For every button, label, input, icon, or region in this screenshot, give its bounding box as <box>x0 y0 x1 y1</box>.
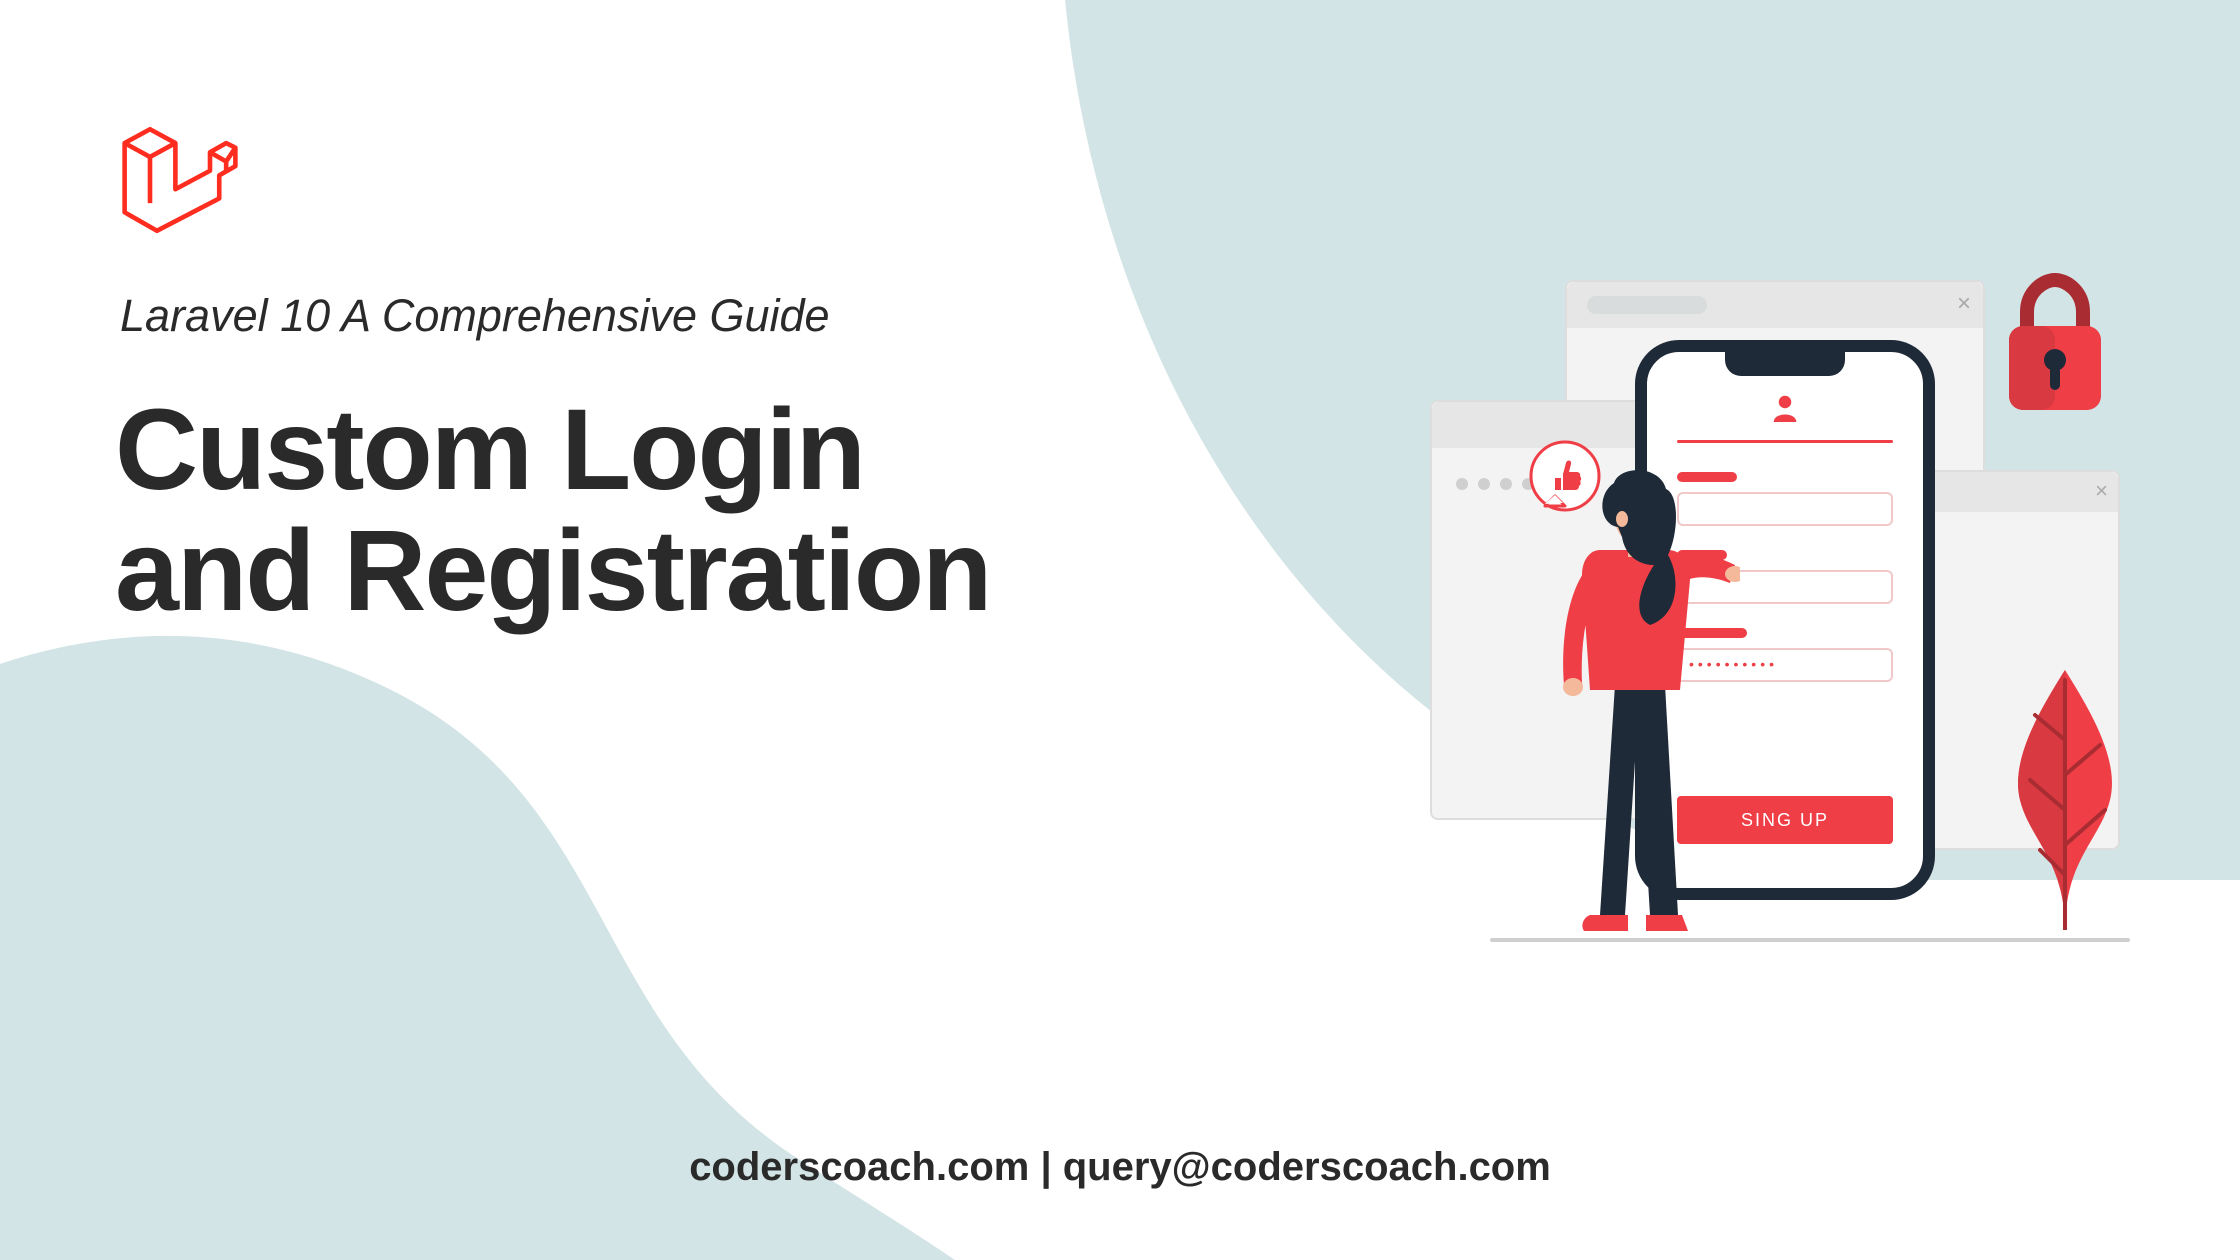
title-line-1: Custom Login <box>115 390 990 511</box>
close-icon: × <box>2095 478 2108 504</box>
illustration: × × <box>1430 270 2110 950</box>
close-icon: × <box>1957 290 1971 318</box>
ground-shadow <box>1490 938 2130 942</box>
footer-text: coderscoach.com | query@coderscoach.com <box>0 1145 2240 1190</box>
person-illustration <box>1530 415 1740 935</box>
phone-notch <box>1725 350 1845 376</box>
leaf-icon <box>1990 660 2140 930</box>
title-text: Custom Login and Registration <box>115 390 990 632</box>
subtitle-text: Laravel 10 A Comprehensive Guide <box>120 290 830 342</box>
slide-canvas: Laravel 10 A Comprehensive Guide Custom … <box>0 0 2240 1260</box>
laravel-logo-icon <box>120 120 240 240</box>
title-line-2: and Registration <box>115 511 990 632</box>
padlock-icon <box>1995 270 2115 420</box>
user-icon <box>1770 392 1800 422</box>
